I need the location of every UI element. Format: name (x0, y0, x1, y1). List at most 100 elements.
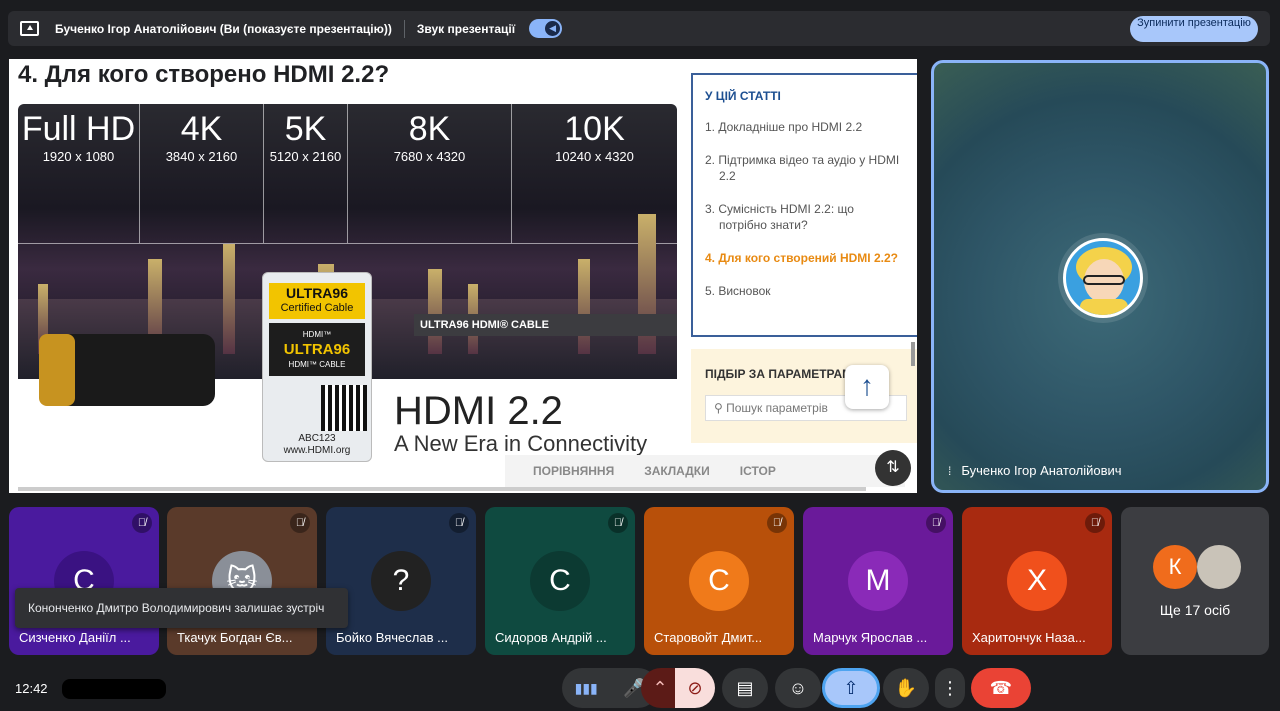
scroll-up-button[interactable]: ↑ (845, 365, 889, 409)
resolution-name: 8K (408, 110, 451, 148)
participant-name: Харитончук Наза... (972, 630, 1086, 645)
resolution-name: 4K (180, 110, 223, 148)
cable-band-label: ULTRA96 HDMI® CABLE (414, 314, 677, 336)
mic-off-icon: 🎙̸ (1085, 513, 1105, 533)
resolution-name: 5K (284, 110, 327, 148)
label-dark-text: ULTRA96 (283, 341, 351, 358)
mic-off-icon: 🎙̸ (608, 513, 628, 533)
avatar: М (848, 551, 908, 611)
more-participants-label: Ще 17 осіб (1159, 602, 1231, 618)
toc-item[interactable]: 1. Докладніше про HDMI 2.2 (705, 119, 905, 135)
participant-name: Сизченко Даніїл ... (19, 630, 131, 645)
participant-tile[interactable]: 🎙̸ С Сидоров Андрій ... (485, 507, 635, 655)
audio-level-icon: ⁞ (948, 463, 952, 478)
more-options-button[interactable]: ⋮ (935, 668, 965, 708)
speaker-name: ⁞ Бученко Ігор Анатолійович (948, 463, 1122, 478)
toc-item[interactable]: 5. Висновок (705, 283, 905, 299)
camera-options-button[interactable]: ⌃ (641, 668, 679, 708)
slide-title: 4. Для кого створено HDMI 2.2? (18, 61, 390, 88)
participant-name: Марчук Ярослав ... (813, 630, 928, 645)
resolution-name: Full HD (21, 110, 136, 148)
present-screen-icon: ⇧ (843, 677, 859, 698)
presenter-label: Бученко Ігор Анатолійович (Ви (показуєте… (55, 21, 392, 36)
avatar: С (530, 551, 590, 611)
avatar: ? (371, 551, 431, 611)
speaker-icon: ◀ (545, 21, 561, 36)
label-gold: ULTRA96 Certified Cable (269, 283, 365, 319)
resolution-size: 1920 x 1080 (42, 149, 115, 164)
building (428, 269, 442, 354)
resolution-size: 7680 x 4320 (393, 149, 466, 164)
avatar: Х (1007, 551, 1067, 611)
participant-tile[interactable]: 🎙̸ С Старовойт Дмит... (644, 507, 794, 655)
avatar (1063, 238, 1143, 318)
qr-code-icon (321, 385, 367, 431)
vertical-scrollbar[interactable] (911, 342, 915, 366)
avatar-glasses (1083, 275, 1125, 285)
hdmi-cable-image (39, 334, 215, 406)
presentation-bar: Бученко Ігор Анатолійович (Ви (показуєте… (8, 11, 1270, 46)
redacted-meeting-code (62, 679, 166, 699)
emoji-icon: ☺ (788, 677, 808, 698)
resolution-size: 3840 x 2160 (165, 149, 238, 164)
compare-tab[interactable]: ПОРІВНЯННЯ (533, 464, 614, 478)
resolution-size: 5120 x 2160 (269, 149, 342, 164)
mic-off-icon: 🎙̸ (926, 513, 946, 533)
page-bottom-tabs: ПОРІВНЯННЯ ЗАКЛАДКИ ІСТОР (505, 455, 905, 487)
resolution-name: 10K (564, 110, 625, 148)
arrow-up-icon: ↑ (860, 370, 874, 401)
presentation-sound-toggle[interactable]: ◀ (529, 19, 563, 38)
label-hdmi-text: HDMI™ (302, 330, 332, 339)
bookmarks-tab[interactable]: ЗАКЛАДКИ (644, 464, 710, 478)
active-speaker-tile[interactable]: ⁞ Бученко Ігор Анатолійович (931, 60, 1269, 493)
history-tab[interactable]: ІСТОР (740, 464, 776, 478)
search-icon: ⚲ (714, 401, 727, 415)
hdmi-heading: HDMI 2.2 (394, 389, 563, 433)
leave-notification: Кононченко Дмитро Володимирович залишає … (15, 588, 348, 628)
swap-arrows-icon[interactable]: ⇅ (875, 450, 911, 486)
resolution-4k: 4K 3840 x 2160 (140, 104, 264, 244)
camera-off-button[interactable]: ⊘ (675, 668, 715, 708)
participant-name: Ткачук Богдан Єв... (177, 630, 293, 645)
avatar: К (1153, 545, 1197, 589)
participant-tile[interactable]: 🎙̸ ? Бойко Вячеслав ... (326, 507, 476, 655)
label-gold-subtext: Certified Cable (280, 302, 354, 314)
avatar-ring (1058, 233, 1148, 323)
label-dark-subtext: HDMI™ CABLE (288, 360, 346, 369)
present-now-button[interactable]: ⇧ (822, 668, 880, 708)
toc-title: У ЦІЙ СТАТТІ (705, 89, 781, 103)
participant-tile[interactable]: 🎙̸ М Марчук Ярослав ... (803, 507, 953, 655)
leave-call-button[interactable]: ☎ (971, 668, 1031, 708)
stop-presenting-button[interactable]: Зупинити презентацію (1130, 16, 1258, 42)
avatar: С (689, 551, 749, 611)
hang-up-icon: ☎ (989, 677, 1013, 698)
mic-off-icon: 🎙̸ (767, 513, 787, 533)
more-participants-tile[interactable]: К Ще 17 осіб (1121, 507, 1269, 655)
label-site-text: www.HDMI.org (283, 445, 351, 456)
label-gold-text: ULTRA96 (286, 285, 348, 301)
participant-tile[interactable]: 🎙̸ 🐱 Ткачук Богдан Єв... (167, 507, 317, 655)
camera-off-icon: ⊘ (687, 677, 703, 698)
toc-item[interactable]: 2. Підтримка відео та аудіо у HDMI 2.2 (705, 152, 905, 184)
reactions-button[interactable]: ☺ (775, 668, 821, 708)
raise-hand-button[interactable]: ✋ (883, 668, 929, 708)
speaker-name-text: Бученко Ігор Анатолійович (961, 463, 1122, 478)
mic-off-icon: 🎙̸ (449, 513, 469, 533)
participant-name: Бойко Вячеслав ... (336, 630, 448, 645)
captions-icon: ▤ (736, 677, 754, 698)
certification-label: ULTRA96 Certified Cable HDMI™ ULTRA96 HD… (262, 272, 372, 462)
presentation-sound-label: Звук презентації (416, 21, 516, 36)
captions-button[interactable]: ▤ (722, 668, 768, 708)
toc-item-active[interactable]: 4. Для кого створений HDMI 2.2? (705, 250, 905, 266)
building (223, 244, 235, 354)
mic-off-icon: 🎙̸ (290, 513, 310, 533)
participant-tile[interactable]: 🎙̸ С Сизченко Даніїл ... (9, 507, 159, 655)
hdmi-tagline: A New Era in Connectivity (394, 431, 648, 456)
toc-item[interactable]: 3. Сумісність HDMI 2.2: що потрібно знат… (705, 201, 905, 233)
chevron-up-icon: ⌃ (652, 677, 668, 698)
horizontal-scrollbar[interactable] (18, 487, 866, 491)
resolution-fullhd: Full HD 1920 x 1080 (18, 104, 140, 244)
participant-tile[interactable]: 🎙̸ Х Харитончук Наза... (962, 507, 1112, 655)
participant-name: Сидоров Андрій ... (495, 630, 607, 645)
avatar-photo (1197, 545, 1241, 589)
